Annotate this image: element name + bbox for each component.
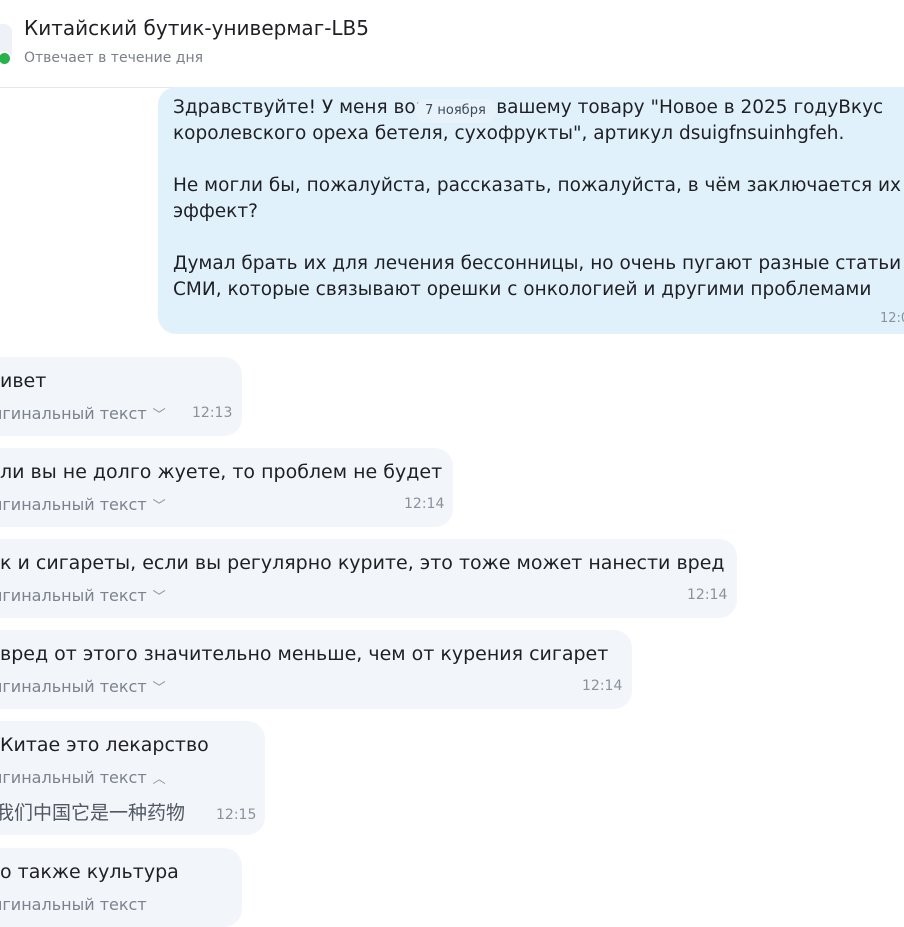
chevron-down-icon: ﹀	[152, 590, 166, 605]
chevron-up-icon: ︿	[152, 772, 166, 787]
show-original-label: игинальный текст	[0, 768, 147, 787]
date-separator: 7 ноября	[415, 99, 496, 123]
incoming-message[interactable]: о также культура игинальный текст	[0, 848, 242, 927]
show-original-toggle[interactable]: игинальный текст	[0, 895, 147, 915]
incoming-message[interactable]: ли вы не долго жуете, то проблем не буде…	[0, 448, 453, 527]
chevron-down-icon: ﹀	[152, 408, 166, 423]
incoming-message[interactable]: вред от этого значительно меньше, чем от…	[0, 630, 632, 709]
message-text: о также культура	[0, 861, 179, 883]
message-time: 12:13	[192, 405, 233, 421]
online-status-icon	[0, 51, 12, 66]
show-original-toggle[interactable]: игинальный текст ﹀	[0, 586, 166, 608]
chevron-down-icon: ﹀	[152, 499, 166, 514]
message-line: эффект?	[173, 201, 258, 222]
message-line: СМИ, которые связывают орешки с онкологи…	[173, 279, 872, 300]
show-original-toggle[interactable]: игинальный текст ︿	[0, 768, 166, 790]
show-original-toggle[interactable]: игинальный текст ﹀	[0, 677, 166, 699]
incoming-message[interactable]: ивет игинальный текст ﹀ 12:13	[0, 357, 242, 436]
show-original-label: игинальный текст	[0, 586, 147, 605]
message-time: 12:14	[404, 496, 445, 512]
message-line: Думал брать их для лечения бессонницы, н…	[173, 253, 902, 274]
show-original-label: игинальный текст	[0, 895, 147, 914]
incoming-message[interactable]: к и сигареты, если вы регулярно курите, …	[0, 539, 737, 618]
message-time: 12:15	[216, 807, 257, 823]
message-text: к и сигареты, если вы регулярно курите, …	[0, 552, 725, 574]
original-text: 我们中国它是一种药物	[0, 802, 186, 824]
message-line: Не могли бы, пожалуйста, рассказать, пож…	[173, 175, 901, 196]
show-original-label: игинальный текст	[0, 677, 147, 696]
incoming-message[interactable]: Китае это лекарство игинальный текст ︿ 我们…	[0, 721, 265, 835]
shop-response-status: Отвечает в течение дня	[24, 50, 204, 66]
message-text: Китае это лекарство	[0, 734, 209, 756]
message-text: ивет	[0, 370, 47, 392]
message-line: королевского ореха бетеля, сухофрукты", …	[173, 123, 845, 144]
message-time: 12:0	[880, 311, 904, 326]
show-original-toggle[interactable]: игинальный текст ﹀	[0, 404, 166, 426]
message-time: 12:14	[582, 678, 623, 694]
show-original-label: игинальный текст	[0, 495, 147, 514]
message-line: Здравствуйте! У меня вопрос по вашему то…	[173, 97, 884, 118]
show-original-toggle[interactable]: игинальный текст ﹀	[0, 495, 166, 517]
shop-title[interactable]: Китайский бутик-универмаг-LB5	[24, 16, 369, 40]
chat-header: Китайский бутик-универмаг-LB5 Отвечает в…	[0, 0, 904, 88]
outgoing-message[interactable]: Здравствуйте! У меня вопрос по вашему то…	[158, 87, 904, 334]
show-original-label: игинальный текст	[0, 404, 147, 423]
message-time: 12:14	[687, 587, 728, 603]
chevron-down-icon: ﹀	[152, 681, 166, 696]
message-text: вред от этого значительно меньше, чем от…	[0, 643, 609, 665]
message-text: ли вы не долго жуете, то проблем не буде…	[0, 461, 443, 483]
